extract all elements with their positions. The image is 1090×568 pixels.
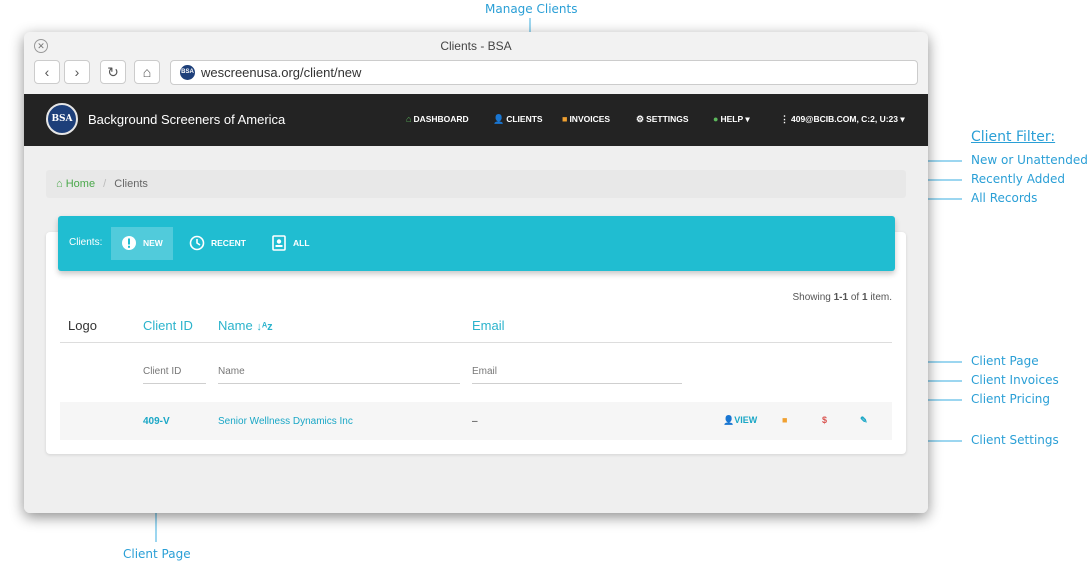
chevron-down-icon: ▾	[742, 114, 750, 124]
nav-invoices-label: INVOICES	[569, 114, 611, 124]
gear-icon: ⚙	[636, 114, 645, 124]
column-header-email[interactable]: Email	[472, 318, 505, 333]
nav-help-label: HELP	[720, 114, 743, 124]
annotation-client-page-bottom: Client Page	[123, 547, 191, 561]
email-filter-input[interactable]: Email	[472, 366, 682, 384]
address-bar[interactable]: BSA wescreenusa.org/client/new	[170, 60, 918, 85]
nav-settings[interactable]: ⚙ SETTINGS	[636, 114, 689, 125]
bsa-logo[interactable]: BSA	[46, 103, 78, 135]
annotation-new-or-unattended: New or Unattended	[971, 153, 1088, 167]
annotation-client-pricing: Client Pricing	[971, 392, 1051, 406]
nav-clients[interactable]: 👤 CLIENTS	[493, 114, 543, 125]
site-favicon-icon: BSA	[180, 65, 195, 80]
browser-window: ✕ Clients - BSA ‹ › ↻ ⌂ BSA wescreenusa.…	[24, 32, 928, 513]
annotation-all-records: All Records	[971, 191, 1038, 205]
client-id-filter-input[interactable]: Client ID	[143, 366, 206, 384]
app-navbar: BSA Background Screeners of America ⌂ DAS…	[24, 94, 928, 146]
view-client-button[interactable]: 👤VIEW	[723, 415, 757, 426]
clock-icon	[189, 235, 205, 251]
edit-settings-icon[interactable]: ✎	[860, 415, 868, 426]
filter-new-button[interactable]: NEW	[111, 227, 173, 260]
filter-recent-button[interactable]: RECENT	[179, 227, 256, 260]
nav-account-label: 409@BCIB.COM, C:2, U:23	[791, 114, 899, 124]
forward-button[interactable]: ›	[64, 60, 90, 84]
column-header-logo: Logo	[68, 318, 97, 333]
client-email: –	[472, 416, 478, 427]
sort-az-icon: ↓ᴬz	[256, 321, 273, 333]
dollar-icon[interactable]: $	[822, 415, 827, 425]
home-button[interactable]: ⌂	[134, 60, 160, 84]
annotation-client-filter-title: Client Filter:	[971, 129, 1056, 145]
chevron-down-icon: ▾	[898, 114, 905, 124]
name-filter-input[interactable]: Name	[218, 366, 460, 384]
user-icon: 👤	[723, 415, 735, 425]
window-title: Clients - BSA	[440, 39, 512, 53]
pagination-summary: Showing 1-1 of 1 item.	[792, 292, 892, 303]
home-icon: ⌂	[406, 114, 412, 124]
browser-titlebar: ✕ Clients - BSA ‹ › ↻ ⌂ BSA wescreenusa.…	[24, 32, 928, 95]
reload-button[interactable]: ↻	[100, 60, 126, 84]
invoices-icon: ■	[562, 114, 568, 124]
annotation-manage-clients: Manage Clients	[485, 2, 578, 16]
breadcrumb-current: Clients	[114, 178, 148, 190]
annotation-client-page-right: Client Page	[971, 354, 1039, 368]
annotation-recently-added: Recently Added	[971, 172, 1065, 186]
client-id-link[interactable]: 409-V	[143, 416, 170, 427]
column-header-client-id[interactable]: Client ID	[143, 318, 193, 333]
alert-badge-icon	[122, 235, 136, 250]
invoices-icon[interactable]: ■	[782, 415, 787, 425]
nav-invoices[interactable]: ■ INVOICES	[562, 114, 610, 124]
nav-dashboard[interactable]: ⌂ DASHBOARD	[406, 114, 469, 124]
brand-name[interactable]: Background Screeners of America	[88, 112, 285, 127]
home-icon: ⌂	[56, 178, 63, 190]
nav-help[interactable]: ● HELP ▾	[713, 114, 750, 125]
header-divider	[60, 342, 892, 343]
client-filter-bar: Clients: NEW RECENT ALL	[58, 216, 895, 271]
nav-dashboard-label: DASHBOARD	[413, 114, 469, 124]
nav-clients-label: CLIENTS	[506, 114, 543, 124]
filter-all-button[interactable]: ALL	[261, 227, 320, 260]
help-icon: ●	[713, 114, 719, 124]
kebab-menu-icon: ⋮	[780, 114, 789, 124]
breadcrumb-separator: /	[103, 178, 107, 190]
contact-card-icon	[272, 234, 286, 251]
filter-label: Clients:	[69, 237, 103, 248]
nav-account[interactable]: ⋮ 409@BCIB.COM, C:2, U:23 ▾	[780, 114, 905, 125]
breadcrumb: ⌂ Home / Clients	[46, 170, 906, 198]
user-icon: 👤	[493, 114, 505, 124]
annotation-client-invoices: Client Invoices	[971, 373, 1059, 387]
breadcrumb-home-link[interactable]: Home	[66, 178, 95, 190]
annotation-client-settings: Client Settings	[971, 433, 1059, 447]
url-text[interactable]: wescreenusa.org/client/new	[201, 65, 361, 80]
table-row: 409-V Senior Wellness Dynamics Inc – 👤VI…	[60, 402, 892, 440]
column-header-name[interactable]: Name ↓ᴬz	[218, 318, 273, 333]
page-content: ⌂ Home / Clients Showing 1-1 of 1 item. …	[24, 146, 928, 513]
client-name-link[interactable]: Senior Wellness Dynamics Inc	[218, 416, 353, 427]
nav-settings-label: SETTINGS	[646, 114, 689, 124]
back-button[interactable]: ‹	[34, 60, 60, 84]
